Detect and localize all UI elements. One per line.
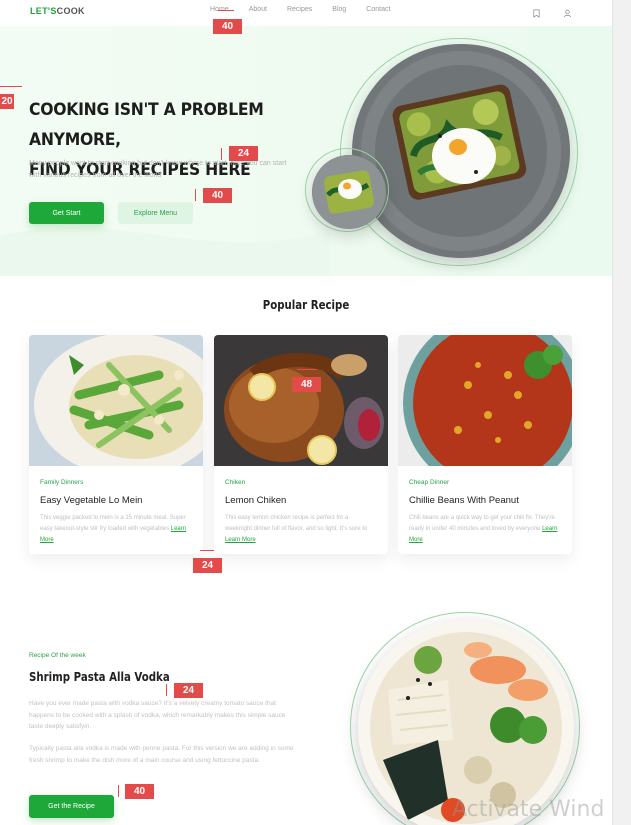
logo-text-a: LET'S — [30, 6, 57, 16]
recipe-of-week-paragraph-2: Typically pasta alla vodka is made with … — [29, 745, 294, 764]
shrimp-bowl-image — [358, 620, 574, 825]
popular-recipe-heading: Popular Recipe — [262, 298, 350, 312]
annotation-tick — [166, 684, 167, 696]
recipe-card[interactable]: Family Dinners Easy Vegetable Lo Mein Th… — [29, 335, 203, 554]
get-the-recipe-button[interactable]: Get the Recipe — [29, 795, 114, 818]
card-description-text: Chili beans are a quick way to get your … — [409, 515, 555, 532]
spacing-annotation: 40 — [125, 784, 154, 799]
bookmark-icon[interactable] — [532, 5, 541, 23]
logo-text-b: COOK — [56, 6, 85, 16]
recipe-of-week-label: Recipe Of the week — [29, 652, 86, 659]
top-nav: LET'SCOOK Home About Recipes Blog Contac… — [0, 0, 612, 26]
logo[interactable]: LET'SCOOK — [30, 6, 85, 16]
card-category: Cheap Dinner — [409, 479, 450, 486]
annotation-tick — [118, 785, 119, 797]
hero-description: Many people want to start cooking but do… — [29, 160, 287, 179]
card-description-text: This easy lemon chicken recipe is perfec… — [225, 515, 368, 532]
card-description-text: This veggie packed lo mein is a 15 minut… — [40, 515, 186, 532]
spacing-annotation: 40 — [203, 188, 232, 203]
spacing-annotation: 40 — [213, 19, 242, 34]
recipe-of-week-title: Shrimp Pasta Alla Vodka — [29, 670, 170, 684]
nav-link-blog[interactable]: Blog — [332, 6, 346, 13]
nav-link-recipes[interactable]: Recipes — [287, 6, 312, 13]
annotation-tick — [200, 550, 214, 551]
recipe-of-week-paragraph-1: Have you ever made pasta with vodka sauc… — [29, 700, 286, 730]
user-icon[interactable] — [563, 5, 572, 23]
chillie-beans-image — [398, 335, 572, 466]
nav-link-about[interactable]: About — [249, 6, 267, 13]
card-description: Chili beans are a quick way to get your … — [409, 513, 559, 546]
spacing-annotation: 20 — [0, 94, 14, 109]
annotation-tick — [221, 148, 222, 160]
spacing-annotation: 24 — [229, 146, 258, 161]
spacing-annotation: 24 — [193, 558, 222, 573]
card-description: This veggie packed lo mein is a 15 minut… — [40, 513, 190, 546]
nav-icons — [532, 5, 572, 23]
card-title: Lemon Chiken — [225, 495, 287, 506]
annotation-tick — [0, 86, 22, 87]
annotation-tick — [195, 189, 196, 201]
annotation-tick — [218, 10, 234, 11]
spacing-annotation: 24 — [174, 683, 203, 698]
get-start-button[interactable]: Get Start — [29, 202, 104, 224]
avocado-toast-image — [352, 44, 570, 258]
explore-menu-button[interactable]: Explore Menu — [118, 202, 193, 224]
annotation-tick — [297, 369, 317, 370]
vegetable-lo-mein-image — [29, 335, 203, 466]
recipe-card[interactable]: Cheap Dinner Chillie Beans With Peanut C… — [398, 335, 572, 554]
learn-more-link[interactable]: Learn More — [225, 537, 256, 543]
card-title: Chillie Beans With Peanut — [409, 495, 519, 506]
card-title: Easy Vegetable Lo Mein — [40, 495, 143, 506]
page-scrollbar[interactable] — [612, 0, 631, 825]
spacing-annotation: 48 — [292, 377, 321, 392]
landing-page: LET'SCOOK Home About Recipes Blog Contac… — [0, 0, 612, 825]
card-category: Family Dinners — [40, 479, 84, 486]
nav-link-contact[interactable]: Contact — [366, 6, 390, 13]
windows-activation-watermark: Activate Wind — [452, 797, 605, 822]
lemon-chicken-image — [214, 335, 388, 466]
nav-links: Home About Recipes Blog Contact — [210, 6, 390, 13]
card-category: Chiken — [225, 479, 246, 486]
recipe-card[interactable]: Chiken Lemon Chiken This easy lemon chic… — [214, 335, 388, 554]
hero-title-line-1: COOKING ISN'T A PROBLEM ANYMORE, — [29, 100, 264, 150]
card-description: This easy lemon chicken recipe is perfec… — [225, 513, 375, 546]
small-avocado-toast-image — [312, 155, 386, 229]
